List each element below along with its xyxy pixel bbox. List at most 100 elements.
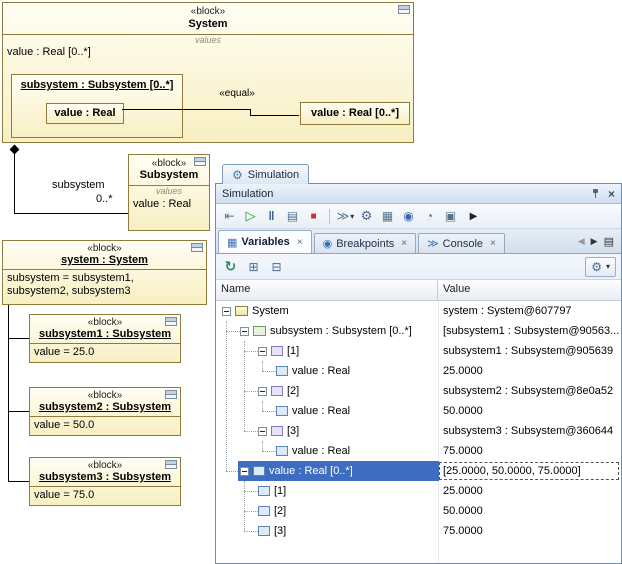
tab-console[interactable]: ≫ Console × (418, 233, 505, 253)
breakpoint-icon: ◉ (323, 237, 333, 250)
node-value[interactable]: 25.0000 (439, 361, 621, 381)
value-node-icon (276, 366, 288, 376)
options-menu-button[interactable]: ⚙ ▾ (585, 257, 616, 277)
tree-row-subsystem-1-value[interactable]: value : Real 25.0000 (216, 361, 621, 381)
console-icon: ≫ (427, 237, 439, 250)
animate-speed-icon[interactable]: ≫▾ (336, 207, 355, 226)
block-corner-icon (398, 5, 410, 14)
values-compartment-label: values (3, 35, 413, 45)
tab-list-icon[interactable]: ▤ (604, 235, 614, 248)
refresh-icon[interactable]: ↻ (221, 257, 240, 276)
stop-icon[interactable]: ■ (304, 207, 323, 226)
part-value-property-box[interactable]: value : Real (46, 103, 124, 124)
collapse-toggle[interactable] (240, 467, 249, 476)
tree-row-system[interactable]: System system : System@607797 (216, 301, 621, 321)
windows-icon[interactable]: ▦ (378, 207, 397, 226)
export-icon[interactable]: ⊞ (244, 257, 263, 276)
block-corner-icon (165, 317, 177, 326)
snapshot-icon[interactable]: ▣ (441, 207, 460, 226)
collapse-toggle[interactable] (258, 347, 267, 356)
tree-row-subsystem-1[interactable]: [1] subsystem1 : Subsystem@905639 (216, 341, 621, 361)
tree-row-value-list-selected[interactable]: value : Real [0..*] [25.0000, 50.0000, 7… (216, 461, 621, 481)
close-icon[interactable]: × (608, 188, 615, 200)
node-value[interactable]: [subsystem1 : Subsystem@90563... (439, 321, 621, 341)
collapse-toggle[interactable] (222, 307, 231, 316)
instance-node-icon (271, 386, 283, 396)
tab-close-icon[interactable]: × (490, 238, 496, 249)
variables-tree: System system : System@607797 subsystem … (216, 301, 621, 563)
value-node-icon (253, 466, 265, 476)
node-value[interactable]: 25.0000 (439, 481, 621, 501)
value-property-name: value : Real [0..*] (301, 107, 409, 119)
system-block[interactable]: «block» System values value : Real [0..*… (2, 2, 414, 143)
node-value-editor[interactable]: [25.0000, 50.0000, 75.0000] (439, 462, 619, 480)
tab-breakpoints[interactable]: ◉ Breakpoints × (314, 233, 417, 253)
values-compartment-label: values (129, 186, 209, 196)
application-canvas: «block» System values value : Real [0..*… (0, 0, 622, 564)
instance-link-line[interactable] (8, 305, 9, 481)
node-value[interactable]: subsystem2 : Subsystem@8e0a52 (439, 381, 621, 401)
equal-connector-line[interactable] (122, 109, 250, 110)
tree-row-subsystem-2[interactable]: [2] subsystem2 : Subsystem@8e0a52 (216, 381, 621, 401)
run-icon[interactable]: ▷ (241, 207, 260, 226)
compartment-separator (30, 416, 180, 417)
subsystem-part-box[interactable]: subsystem : Subsystem [0..*] value : Rea… (11, 74, 183, 138)
node-value[interactable]: subsystem3 : Subsystem@360644 (439, 421, 621, 441)
subsystem1-instance-block[interactable]: «block» subsystem1 : Subsystem value = 2… (29, 314, 181, 363)
node-value-text: 25.0000 (443, 365, 483, 377)
slot-value-text: value = 75.0 (34, 489, 94, 501)
instance-link-line[interactable] (8, 338, 29, 339)
instance-stereotype: «block» (30, 390, 180, 401)
collapse-toggle[interactable] (258, 427, 267, 436)
collapse-all-icon[interactable]: ⊟ (267, 257, 286, 276)
node-value[interactable]: system : System@607797 (439, 301, 621, 321)
pause-icon[interactable]: ‖ (262, 207, 281, 226)
options-gear-icon[interactable]: ⚙ (357, 207, 376, 226)
tree-row-subsystem-3-value[interactable]: value : Real 75.0000 (216, 441, 621, 461)
pin-icon[interactable] (591, 188, 601, 199)
equal-connector-line[interactable] (250, 115, 299, 116)
node-value[interactable]: subsystem1 : Subsystem@905639 (439, 341, 621, 361)
instance-link-line[interactable] (8, 411, 29, 412)
node-value[interactable]: 75.0000 (439, 441, 621, 461)
subsystem3-instance-block[interactable]: «block» subsystem3 : Subsystem value = 7… (29, 457, 181, 506)
simulation-panel-tab[interactable]: ⚙ Simulation (222, 164, 309, 184)
gear-icon: ⚙ (591, 260, 602, 274)
collapse-toggle[interactable] (240, 327, 249, 336)
tree-row-value-2[interactable]: [2] 50.0000 (216, 501, 621, 521)
timer-icon[interactable]: ◔ (420, 207, 439, 226)
tree-row-subsystem-list[interactable]: subsystem : Subsystem [0..*] [subsystem1… (216, 321, 621, 341)
value-property-box[interactable]: value : Real [0..*] (300, 102, 410, 125)
pages-icon[interactable]: ▤ (283, 207, 302, 226)
tree-row-subsystem-3[interactable]: [3] subsystem3 : Subsystem@360644 (216, 421, 621, 441)
collapse-toggle[interactable] (258, 387, 267, 396)
node-value[interactable]: 50.0000 (439, 501, 621, 521)
column-header-value[interactable]: Value (438, 280, 621, 300)
node-value-text: subsystem1 : Subsystem@905639 (443, 345, 613, 357)
node-value-text: [subsystem1 : Subsystem@90563... (443, 325, 619, 337)
tab-close-icon[interactable]: × (401, 238, 407, 249)
tab-variables[interactable]: ▦ Variables × (218, 230, 312, 253)
tab-close-icon[interactable]: × (297, 237, 303, 248)
record-icon[interactable]: ◉ (399, 207, 418, 226)
more-icon[interactable]: ▶ (464, 207, 483, 226)
node-value[interactable]: 75.0000 (439, 521, 621, 541)
column-header-name[interactable]: Name (216, 280, 438, 300)
composition-line[interactable] (14, 152, 15, 213)
node-value[interactable]: 50.0000 (439, 401, 621, 421)
system-instance-block[interactable]: «block» system : System subsystem = subs… (2, 240, 207, 305)
next-tab-icon[interactable]: ▶ (591, 236, 598, 247)
subsystem-block[interactable]: «block» Subsystem values value : Real (128, 154, 210, 231)
value-node-icon (258, 486, 270, 496)
tree-row-subsystem-2-value[interactable]: value : Real 50.0000 (216, 401, 621, 421)
subsystem2-instance-block[interactable]: «block» subsystem2 : Subsystem value = 5… (29, 387, 181, 436)
tree-row-value-1[interactable]: [1] 25.0000 (216, 481, 621, 501)
tree-row-value-3[interactable]: [3] 75.0000 (216, 521, 621, 541)
reset-icon[interactable]: ⇤ (220, 207, 239, 226)
node-value-text: 50.0000 (443, 505, 483, 517)
node-label: [2] (274, 505, 286, 517)
node-label: [3] (274, 525, 286, 537)
instance-link-line[interactable] (8, 481, 29, 482)
composition-line[interactable] (14, 213, 128, 214)
prev-tab-icon[interactable]: ◀ (578, 236, 585, 247)
